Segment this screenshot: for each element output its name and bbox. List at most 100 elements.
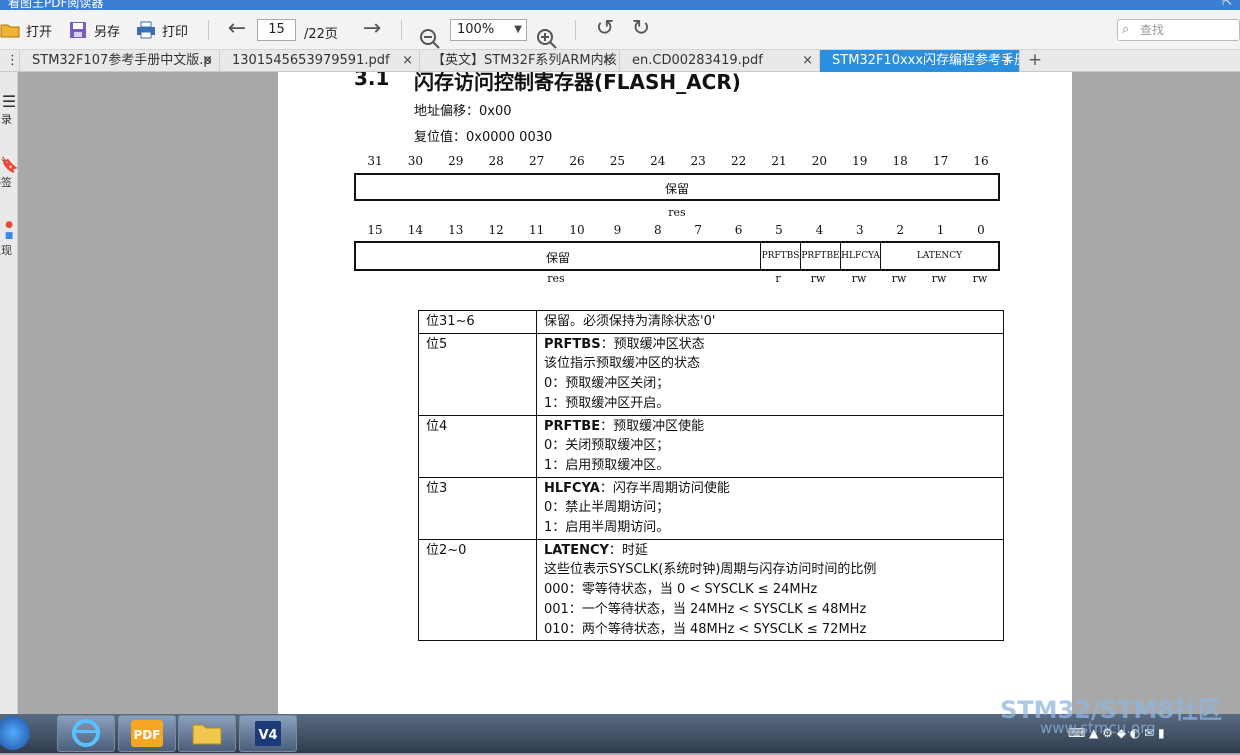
description-line: 保留。必须保持为清除状态'0' [544, 312, 996, 332]
rotate-right-icon[interactable]: ↻ [629, 18, 653, 42]
explorer-app-button[interactable] [178, 715, 236, 752]
description-text: ：闪存半周期访问使能 [599, 480, 730, 496]
sidebar-item-label: 目录 [0, 113, 12, 126]
zoom-select[interactable]: 100% ▼ [450, 19, 527, 41]
section-number: 3.1 [354, 72, 390, 90]
upper-reserved-field: 保留 [664, 182, 689, 196]
tab-overflow[interactable]: ⋮ [0, 50, 20, 72]
next-page-icon[interactable]: → [360, 18, 384, 42]
bit-number: 1 [936, 223, 945, 237]
bit-description-table: 位31~6 保留。必须保持为清除状态'0' 位5 PRFTBS：预取缓冲区状态 该位指示… [418, 310, 1004, 642]
bit-range-cell: 位4 [418, 414, 537, 478]
tab-bar: ⋮ STM32F107参考手册中文版.p × 1301545653979591.p… [0, 50, 1240, 72]
tab-document[interactable]: 【英文】STM32F系列ARM内核 × [420, 50, 620, 72]
field-name: PRFTBS [544, 336, 601, 352]
description-line: PRFTBS：预取缓冲区状态 [544, 335, 996, 355]
rotate-left-icon[interactable]: ↺ [593, 18, 617, 42]
zoom-in-icon[interactable] [536, 28, 558, 50]
add-tab-icon[interactable]: + [1027, 50, 1043, 72]
close-icon[interactable]: × [1002, 50, 1013, 72]
discover-icon: ● ■ [4, 220, 14, 241]
description-line: 1：预取缓冲区开启。 [544, 394, 996, 414]
bit-number: 17 [932, 154, 949, 168]
tab-document[interactable]: en.CD00283419.pdf × [620, 50, 820, 72]
tab-document-active[interactable]: STM32F10xxx闪存编程参考手册 × [820, 50, 1020, 72]
sidebar-item-bookmarks[interactable]: 🔖 书签 [0, 156, 19, 190]
watermark: STM32/STM8社区 www.stmcu.org [1000, 690, 1222, 737]
sidebar-item-contents[interactable]: ☰ 目录 [0, 92, 18, 127]
bit-number: 12 [488, 223, 504, 237]
bit-number: 6 [734, 223, 743, 237]
bit-description-cell: 保留。必须保持为清除状态'0' [536, 310, 1004, 334]
restore-icon[interactable]: ⇱ [1222, 0, 1232, 8]
tab-label: STM32F107参考手册中文版.p [32, 53, 212, 68]
bit-number: 0 [977, 223, 985, 237]
zoom-out-icon[interactable] [419, 28, 441, 50]
folder-icon [0, 24, 20, 38]
ie-app-button[interactable] [57, 715, 115, 752]
bookmark-icon: 🔖 [0, 156, 19, 174]
description-text: ：预取缓冲区状态 [600, 336, 705, 352]
search-input[interactable]: ⌕ 查找 [1117, 19, 1240, 41]
tab-document[interactable]: 1301545653979591.pdf × [220, 50, 420, 72]
keil-app-button[interactable]: V4 [239, 715, 297, 752]
close-icon[interactable]: × [802, 50, 813, 72]
start-button[interactable] [0, 716, 30, 750]
bit-number: 5 [775, 223, 783, 237]
description-line: 0：禁止半周期访问； [544, 498, 996, 518]
folder-icon [192, 724, 222, 745]
bit-number: 14 [407, 223, 424, 237]
prev-page-icon[interactable]: ← [225, 18, 249, 42]
pdf-page: 3.1 闪存访问控制寄存器(FLASH_ACR) 地址偏移：0x00 复位值：0… [278, 72, 1072, 714]
bit-number: 15 [367, 223, 383, 237]
save-as-label: 另存 [94, 24, 121, 40]
bit-number: 4 [815, 223, 824, 237]
bit-number: 29 [448, 154, 464, 168]
bit-number: 22 [730, 154, 747, 168]
save-as-button[interactable]: 另存 [68, 18, 120, 42]
sidebar-item-discover[interactable]: ●■ 发现 [0, 220, 18, 258]
bit-number: 23 [690, 154, 706, 168]
description-text: 保留。必须保持为清除状态'0' [544, 314, 716, 329]
description-text: 1：预取缓冲区开启。 [544, 395, 670, 411]
field-prftbs: PRFTBS [760, 243, 800, 269]
save-icon [70, 22, 86, 38]
tab-document[interactable]: STM32F107参考手册中文版.p × [20, 50, 220, 72]
open-button[interactable]: 打开 [0, 18, 52, 42]
table-row: 位2~0 LATENCY：时延 这些位表示SYSCLK(系统时钟)周期与闪存访问时间… [418, 538, 1004, 642]
bit-number: 13 [448, 223, 464, 237]
close-icon[interactable]: × [402, 50, 413, 72]
description-text: ：预取缓冲区使能 [600, 418, 705, 434]
description-text: ：时延 [608, 542, 648, 558]
description-line: 1：启用半周期访问。 [544, 518, 996, 538]
bit-description-cell: HLFCYA：闪存半周期访问使能 0：禁止半周期访问； 1：启用半周期访问。 [536, 476, 1004, 540]
bit-range-cell: 位2~0 [418, 538, 537, 642]
table-row: 位4 PRFTBE：预取缓冲区使能 0：关闭预取缓冲区； 1：启用预取缓冲区。 [418, 414, 1004, 478]
print-button[interactable]: 打印 [136, 18, 188, 42]
field-name: HLFCYA [544, 480, 600, 496]
sidebar-item-label: 书签 [0, 176, 12, 189]
close-icon[interactable]: × [602, 50, 613, 72]
sidebar-item-label: 发现 [0, 244, 12, 257]
tab-label: STM32F10xxx闪存编程参考手册 [832, 53, 1020, 68]
chevron-down-icon: ▼ [514, 24, 522, 35]
description-line: 1：启用预取缓冲区。 [544, 456, 996, 476]
description-text: 001：一个等待状态，当 24MHz < SYSCLK ≤ 48MHz [544, 601, 867, 617]
printer-icon [137, 21, 155, 39]
bit-description-cell: PRFTBS：预取缓冲区状态 该位指示预取缓冲区的状态 0：预取缓冲区关闭； 1：预取… [536, 332, 1004, 416]
svg-text:V4: V4 [258, 728, 277, 743]
page-number-input[interactable]: 15 [257, 19, 296, 41]
lower-reserved-field: 保留 [545, 251, 570, 265]
description-text: 该位指示预取缓冲区的状态 [544, 356, 701, 372]
bit-number: 11 [528, 223, 545, 237]
close-icon[interactable]: × [202, 50, 213, 72]
description-text: 0：禁止半周期访问； [544, 500, 670, 516]
pdf-app-button[interactable]: PDF [118, 715, 176, 752]
svg-text:PDF: PDF [134, 728, 161, 742]
description-text: 000：零等待状态，当 0 < SYSCLK ≤ 24MHz [544, 582, 818, 598]
bit-number: 19 [852, 154, 868, 168]
description-text: 0：关闭预取缓冲区； [544, 438, 670, 454]
bit-number: 7 [694, 223, 702, 237]
upper-access-res: res [668, 206, 686, 219]
address-offset: 地址偏移：0x00 [414, 104, 512, 119]
